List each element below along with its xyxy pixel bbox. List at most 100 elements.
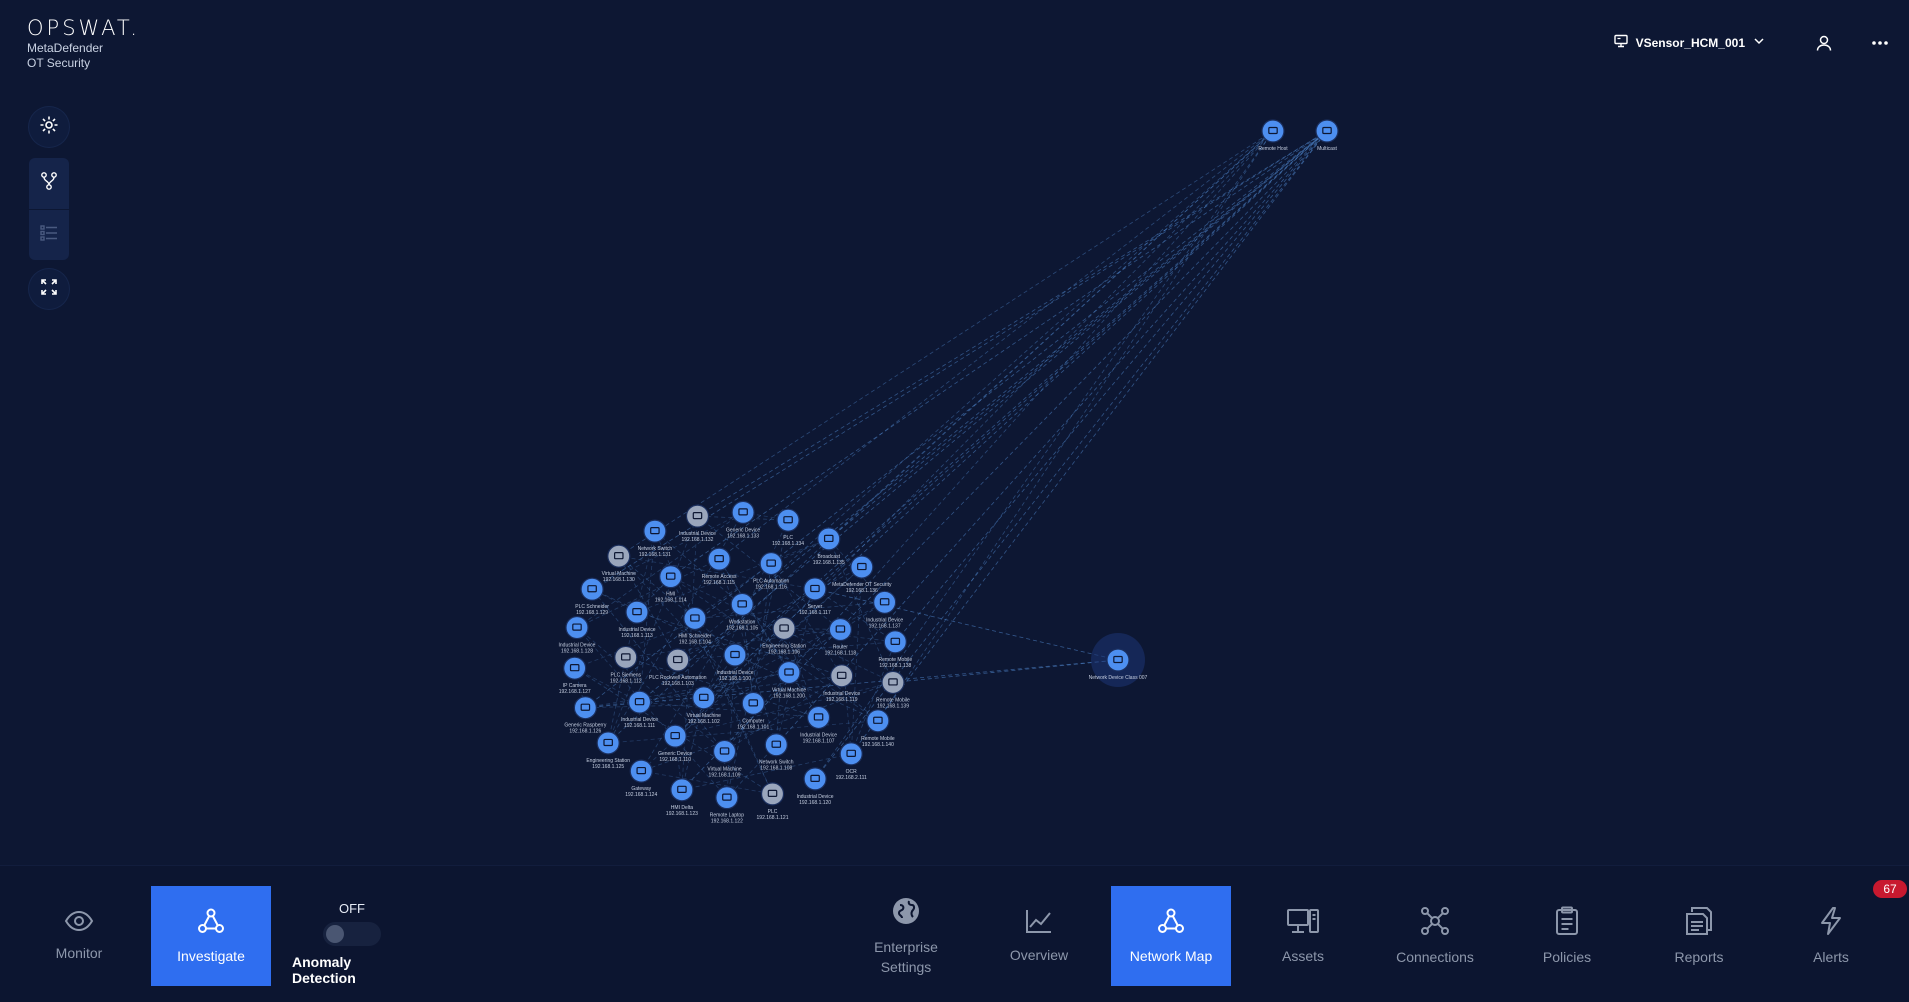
cluster-node[interactable]: Network Switch192.168.1.131 xyxy=(638,519,673,558)
node-label: Multicast xyxy=(1317,146,1337,152)
connection-line xyxy=(850,567,863,754)
cluster-node[interactable]: Virtual Machine192.168.1.130 xyxy=(602,544,637,583)
top-node[interactable]: Remote Host xyxy=(1258,119,1288,152)
connection-line xyxy=(775,130,1328,745)
cluster-node[interactable]: Remote Access192.168.1.115 xyxy=(702,547,737,586)
cluster-node[interactable]: Workstation192.168.1.105 xyxy=(726,592,758,631)
connection-line xyxy=(618,130,1274,557)
node-circle xyxy=(772,616,796,641)
node-circle xyxy=(596,731,620,755)
connection-line xyxy=(607,130,1274,744)
cluster-node[interactable]: IP Camera192.168.1.127 xyxy=(559,656,591,695)
nav-policies-label: Policies xyxy=(1542,948,1592,965)
cluster-node[interactable]: Network Switch192.168.1.108 xyxy=(759,733,794,772)
cluster-node[interactable]: HMI Delta192.168.1.123 xyxy=(666,778,698,817)
cluster-node[interactable]: PLC Rockwell Automation192.168.1.103 xyxy=(649,648,707,687)
cluster-node[interactable]: Computer192.168.1.101 xyxy=(737,691,769,730)
node-ip: 192.168.1.100 xyxy=(719,676,751,682)
nav-alerts[interactable]: Alerts xyxy=(1771,886,1891,986)
map-settings-button[interactable] xyxy=(29,107,69,147)
node-circle xyxy=(830,664,854,688)
node-ip: 192.168.1.104 xyxy=(679,639,711,645)
cluster-node[interactable]: Remote Mobile192.168.1.139 xyxy=(876,670,910,709)
eye-icon xyxy=(64,910,94,935)
node-ip: 192.168.1.116 xyxy=(755,585,787,591)
connection-line xyxy=(814,588,1119,661)
nav-overview[interactable]: Overview xyxy=(979,886,1099,986)
cluster-node[interactable]: Generic Device192.168.1.133 xyxy=(726,500,760,539)
node-ip: 192.168.1.110 xyxy=(659,757,691,763)
node-ip: 192.168.1.140 xyxy=(862,742,894,748)
nav-reports[interactable]: Reports xyxy=(1639,886,1759,986)
cluster-node[interactable]: PLC Automation192.168.1.116 xyxy=(753,551,789,591)
nav-enterprise-settings[interactable]: Enterprise Settings xyxy=(846,886,966,986)
node-circle xyxy=(741,691,765,715)
cluster-node[interactable]: Industrial Device192.168.1.120 xyxy=(797,767,834,806)
fullscreen-icon xyxy=(41,278,57,300)
nav-monitor-label: Monitor xyxy=(55,944,103,961)
cluster-node[interactable]: HMI192.168.1.114 xyxy=(655,565,687,604)
node-circle xyxy=(777,660,801,685)
nav-policies[interactable]: Policies xyxy=(1507,886,1627,986)
node-ip: 192.168.1.124 xyxy=(625,792,657,798)
nav-investigate-label: Investigate xyxy=(177,947,245,964)
node-ip: 192.168.1.131 xyxy=(639,552,671,558)
cluster-node[interactable]: Engineering Station192.168.1.125 xyxy=(586,731,630,770)
connection-line xyxy=(639,701,819,718)
top-node[interactable]: Multicast xyxy=(1315,119,1339,152)
connection-line xyxy=(828,130,1274,540)
bolt-icon xyxy=(1819,906,1843,939)
cluster-node[interactable]: Engineering Station192.168.1.106 xyxy=(762,616,806,655)
node-ip: 192.168.1.119 xyxy=(826,697,858,703)
node-circle xyxy=(614,645,638,670)
connection-line xyxy=(734,130,1328,656)
fullscreen-button[interactable] xyxy=(29,269,69,309)
cluster-node[interactable]: PLC192.168.1.121 xyxy=(757,782,789,821)
node-ip: 192.168.1.137 xyxy=(869,623,901,629)
node-ip: 192.168.1.200 xyxy=(773,693,805,699)
cluster-node[interactable]: Server192.168.1.117 xyxy=(799,577,831,616)
anomaly-detection: OFF Anomaly Detection xyxy=(292,901,412,986)
node-ip: 192.168.1.123 xyxy=(666,811,698,817)
cluster-node[interactable]: HMI Schneider192.168.1.104 xyxy=(678,606,712,645)
node-ip: 192.168.1.126 xyxy=(569,729,601,735)
nav-investigate[interactable]: Investigate xyxy=(151,886,271,986)
nav-network-map[interactable]: Network Map xyxy=(1111,886,1231,986)
connection-line xyxy=(718,130,1274,560)
alerts-count-badge[interactable]: 67 xyxy=(1873,880,1907,898)
connection-line xyxy=(814,130,1328,590)
cluster-node[interactable]: Virtual Machine192.168.1.102 xyxy=(687,686,722,725)
node-ip: 192.168.1.122 xyxy=(711,819,743,825)
node-ip: 192.168.1.109 xyxy=(709,772,741,778)
nav-connections[interactable]: Connections xyxy=(1375,886,1495,986)
topology-view-button[interactable] xyxy=(29,158,69,209)
cluster-node[interactable]: OCR192.168.2.111 xyxy=(836,742,867,781)
node-circle xyxy=(663,724,687,748)
cluster-node[interactable]: Gateway192.168.1.124 xyxy=(625,759,657,798)
network-map-canvas[interactable]: Remote Host Multicast Network Device Class… xyxy=(0,0,1909,865)
cluster-node[interactable]: PLC Schneider192.168.1.129 xyxy=(575,577,609,616)
cluster-node[interactable]: Generic Device192.168.1.110 xyxy=(658,724,693,763)
list-view-icon xyxy=(40,224,58,247)
cluster-node[interactable]: Remote Laptop192.168.1.122 xyxy=(710,786,744,825)
cluster-node[interactable]: Industrial Device192.168.1.128 xyxy=(559,615,596,655)
cluster-node[interactable]: Industrial Device192.168.1.100 xyxy=(717,643,754,682)
node-ip: 192.168.1.107 xyxy=(803,738,835,744)
chart-line-icon xyxy=(1025,908,1053,937)
node-circle xyxy=(803,767,827,791)
cluster-node[interactable]: Generic Raspberry192.168.1.126 xyxy=(564,696,607,735)
anomaly-detection-toggle[interactable] xyxy=(323,922,381,946)
node-circle xyxy=(683,606,707,631)
cluster-node[interactable]: Industrial Device192.168.1.132 xyxy=(679,504,716,543)
node-circle xyxy=(573,696,597,720)
connection-line xyxy=(877,130,1274,722)
cluster-node[interactable]: Broadcast192.168.1.135 xyxy=(813,527,845,566)
node-ip: 192.168.1.125 xyxy=(592,764,624,770)
list-view-button[interactable] xyxy=(29,209,69,260)
connection-line xyxy=(670,130,1328,577)
nav-assets[interactable]: Assets xyxy=(1243,886,1363,986)
cluster-node[interactable]: PLC Siemens192.168.1.112 xyxy=(610,645,642,684)
node-ip: 192.168.1.133 xyxy=(727,533,759,539)
nav-monitor[interactable]: Monitor xyxy=(19,886,139,986)
cluster-node[interactable]: Remote Mobile192.168.1.138 xyxy=(878,630,912,669)
